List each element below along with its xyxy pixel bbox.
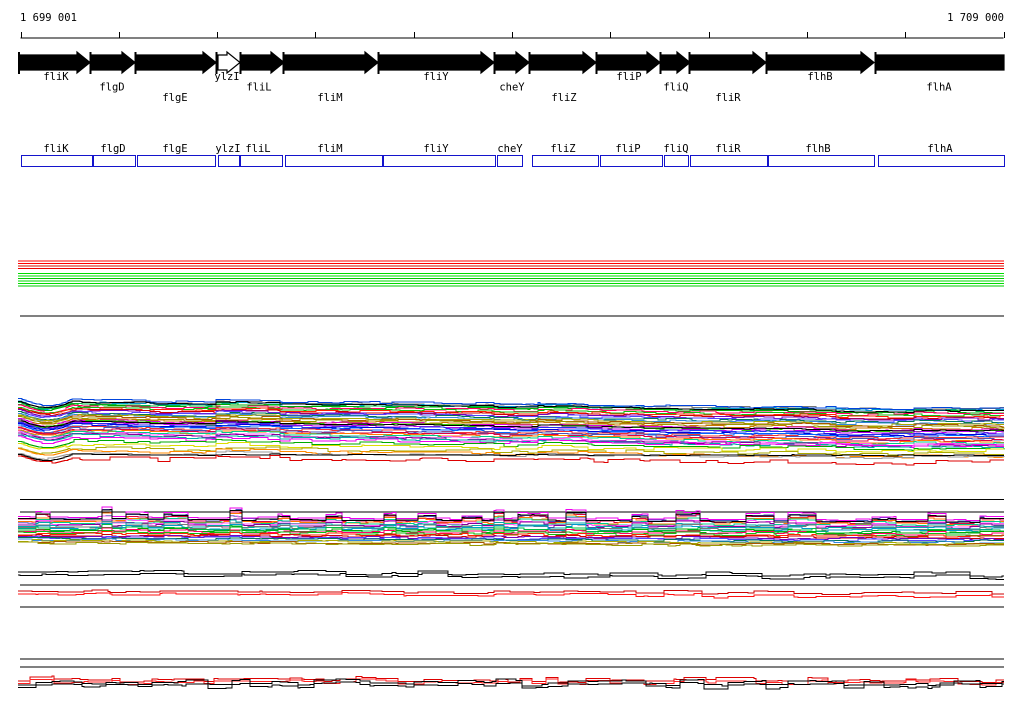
gene-arrow-fliR[interactable] bbox=[690, 50, 767, 75]
gene-label-flgE: flgE bbox=[162, 92, 187, 104]
gene-arrow-cheY[interactable] bbox=[495, 50, 530, 75]
pair-track-c bbox=[18, 570, 1004, 599]
gene-arrow-flhB[interactable] bbox=[767, 50, 875, 75]
gene-arrow-flhA[interactable] bbox=[876, 54, 1005, 71]
gene-box-flhA[interactable] bbox=[878, 155, 1005, 167]
gene-arrow-ylzI[interactable] bbox=[217, 50, 241, 75]
gene-label-flhB: flhB bbox=[807, 71, 832, 83]
gene-label-fliR: fliR bbox=[715, 92, 741, 104]
gene-arrow-fliY[interactable] bbox=[379, 50, 495, 75]
gene-box-cheY[interactable] bbox=[497, 155, 523, 167]
gene-label-flhA: flhA bbox=[926, 82, 952, 94]
gene-arrow-fliL[interactable] bbox=[241, 50, 285, 75]
gene-box-label-flgD: flgD bbox=[100, 143, 125, 155]
gene-label-fliL: fliL bbox=[246, 82, 271, 94]
gene-box-label-fliQ: fliQ bbox=[663, 143, 688, 155]
profile-line bbox=[18, 572, 1004, 580]
genome-browser-view: 1 699 001 1 709 000 fliK flgD flgE ylzI fliL… bbox=[0, 0, 1024, 714]
gene-box-label-fliP: fliP bbox=[615, 143, 640, 155]
gene-box-track: fliK flgD flgE ylzI fliL fliM fliY cheY fliZ fliP… bbox=[21, 143, 1005, 167]
gene-box-label-ylzI: ylzI bbox=[215, 143, 240, 155]
gene-arrow-fliP[interactable] bbox=[597, 50, 661, 75]
gene-box-flgD[interactable] bbox=[93, 155, 136, 167]
gene-box-ylzI[interactable] bbox=[218, 155, 240, 167]
gene-label-fliP: fliP bbox=[616, 71, 641, 83]
ruler bbox=[20, 32, 1005, 39]
gene-label-fliQ: fliQ bbox=[663, 82, 688, 94]
gene-box-fliP[interactable] bbox=[600, 155, 663, 167]
similarity-profile-band-a bbox=[18, 398, 1005, 466]
gene-box-label-cheY: cheY bbox=[497, 143, 523, 155]
gene-box-label-flhB: flhB bbox=[805, 143, 830, 155]
tracks-canvas: fliK flgD flgE ylzI fliL fliM fliY cheY fliZ fliP… bbox=[18, 32, 1005, 690]
gene-box-fliL[interactable] bbox=[240, 155, 283, 167]
gene-arrow-flgD[interactable] bbox=[91, 50, 136, 75]
gene-box-label-fliM: fliM bbox=[317, 143, 342, 155]
gene-box-label-fliZ: fliZ bbox=[550, 143, 575, 155]
gene-box-label-flhA: flhA bbox=[927, 143, 953, 155]
gene-box-fliR[interactable] bbox=[690, 155, 768, 167]
gene-label-fliK: fliK bbox=[43, 71, 69, 83]
pair-track-d bbox=[18, 675, 1004, 690]
gene-box-label-fliK: fliK bbox=[43, 143, 69, 155]
gene-arrow-fliM[interactable] bbox=[284, 50, 379, 75]
gene-box-label-fliR: fliR bbox=[715, 143, 741, 155]
gene-arrow-fliK[interactable] bbox=[19, 50, 91, 75]
gene-label-fliZ: fliZ bbox=[551, 92, 576, 104]
gene-box-fliM[interactable] bbox=[285, 155, 383, 167]
variation-profile-band-b bbox=[18, 506, 1004, 547]
gene-box-fliY[interactable] bbox=[383, 155, 496, 167]
gene-box-label-fliY: fliY bbox=[423, 143, 449, 155]
gene-box-flgE[interactable] bbox=[137, 155, 216, 167]
gene-box-fliQ[interactable] bbox=[664, 155, 689, 167]
gene-box-fliZ[interactable] bbox=[532, 155, 599, 167]
gene-box-fliK[interactable] bbox=[21, 155, 93, 167]
gene-label-cheY: cheY bbox=[499, 82, 525, 94]
gene-label-fliM: fliM bbox=[317, 92, 342, 104]
gene-label-ylzI: ylzI bbox=[214, 71, 239, 83]
gene-box-label-flgE: flgE bbox=[162, 143, 187, 155]
gene-arrow-flgE[interactable] bbox=[136, 50, 217, 75]
gene-label-flgD: flgD bbox=[99, 82, 124, 94]
gene-arrow-track: fliK flgD flgE ylzI fliL fliM fliY cheY fliZ fliP… bbox=[18, 50, 1005, 104]
gene-label-fliY: fliY bbox=[423, 71, 449, 83]
gene-arrow-fliQ[interactable] bbox=[661, 50, 691, 75]
gene-box-label-fliL: fliL bbox=[245, 143, 270, 155]
gene-box-flhB[interactable] bbox=[768, 155, 875, 167]
gene-arrow-fliZ[interactable] bbox=[530, 50, 597, 75]
